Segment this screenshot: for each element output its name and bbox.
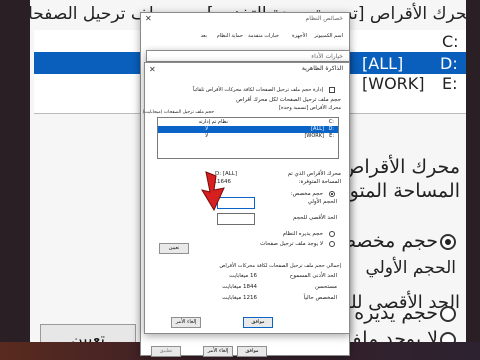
current-value: 1216 ميغابايت bbox=[222, 295, 257, 301]
selected-drive-label: محرك الأقراص الذي تم bbox=[287, 171, 341, 177]
red-arrow-icon bbox=[196, 170, 236, 214]
drive-label: [WORK] bbox=[304, 133, 324, 139]
drive-size: نظام تم إدارته bbox=[198, 119, 228, 125]
sys-apply-button[interactable]: تطبيق bbox=[151, 346, 181, 357]
system-properties-title: خصائص النظام bbox=[305, 15, 343, 22]
drive-letter: D: bbox=[328, 126, 334, 132]
bg-custom-radio bbox=[440, 234, 456, 250]
bg-row-e-label: [WORK] bbox=[362, 74, 425, 93]
drive-label: [ALL] bbox=[311, 126, 324, 132]
paging-file-size-label: حجم ملف ترحيل الصفحات لكل محرك أقراص bbox=[236, 97, 341, 103]
set-button[interactable]: تعيين bbox=[159, 243, 189, 254]
tab-hardware[interactable]: الأجهزة bbox=[292, 33, 307, 39]
bg-row-e: E: bbox=[442, 74, 458, 93]
virtual-memory-title: الذاكرة الظاهرية bbox=[301, 65, 343, 72]
max-size-label: الحد الأقصى للحجم bbox=[292, 215, 337, 221]
bg-right-edge bbox=[466, 0, 480, 360]
bg-initial-size: الحجم الأولي bbox=[365, 258, 456, 278]
sys-ok-button[interactable]: موافق bbox=[237, 346, 267, 357]
initial-size-label: الحجم الأولي bbox=[307, 199, 337, 205]
bg-system-radio bbox=[440, 306, 456, 322]
totals-title: إجمالي حجم ملف ترحيل الصفحات لكافة محركا… bbox=[219, 263, 341, 269]
size-column-header: حجم ملف ترحيل الصفحات (ميجابايت) bbox=[142, 110, 214, 115]
sys-cancel-button[interactable]: إلغاء الأمر bbox=[203, 346, 233, 357]
close-icon[interactable]: ✕ bbox=[145, 15, 152, 23]
close-icon[interactable]: ✕ bbox=[149, 66, 156, 74]
tab-remote[interactable]: بعد bbox=[201, 33, 207, 39]
drive-list[interactable]: حجم ملف ترحيل الصفحات (ميجابايت) C: نظام… bbox=[143, 110, 339, 159]
drive-size: لا bbox=[205, 133, 208, 139]
list-item[interactable]: D: [ALL] لا bbox=[158, 126, 338, 133]
system-managed-label: حجم يديره النظام bbox=[282, 231, 323, 237]
bg-row-d-label: [ALL] bbox=[362, 54, 404, 73]
recommended-label: مستحسن bbox=[314, 284, 337, 290]
custom-size-label: حجم مخصص: bbox=[290, 191, 323, 197]
ok-button[interactable]: موافق bbox=[243, 317, 273, 328]
recommended-value: 1844 ميغابايت bbox=[222, 284, 257, 290]
drive-letter: C: bbox=[328, 119, 334, 125]
bg-row-d: D: bbox=[440, 54, 458, 73]
drive-letter: E: bbox=[329, 133, 334, 139]
virtual-memory-dialog: الذاكرة الظاهرية ✕ إدارة حجم ملف ترحيل ا… bbox=[143, 62, 350, 334]
no-paging-radio[interactable] bbox=[329, 241, 335, 247]
cancel-button[interactable]: إلغاء الأمر bbox=[171, 317, 201, 328]
current-label: المخصص حالياً bbox=[303, 295, 337, 301]
available-space-label: المساحة المتوفرة: bbox=[298, 179, 341, 185]
no-paging-label: لا يوجد ملف ترحيل صفحات bbox=[260, 241, 323, 247]
tab-computer-name[interactable]: اسم الكمبيوتر bbox=[314, 33, 343, 39]
auto-manage-label: إدارة حجم ملف ترحيل الصفحات لكافة محركات… bbox=[192, 87, 323, 93]
system-managed-radio[interactable] bbox=[329, 231, 335, 237]
min-allowed-label: الحد الأدنى المسموح bbox=[289, 273, 337, 279]
min-allowed-value: 16 ميغابايت bbox=[229, 273, 257, 279]
tab-advanced[interactable]: خيارات متقدمة bbox=[248, 33, 279, 39]
performance-options-window: خيارات الأداء bbox=[146, 50, 350, 62]
max-size-input[interactable] bbox=[217, 213, 255, 225]
tab-system-protection[interactable]: حماية النظام bbox=[217, 33, 243, 39]
drive-list-header: محرك الأقراص [تسمية وحدة] bbox=[279, 105, 341, 111]
auto-manage-checkbox[interactable] bbox=[329, 87, 335, 93]
list-item[interactable]: E: [WORK] لا bbox=[158, 133, 338, 140]
bg-row-c: C: bbox=[442, 32, 459, 51]
custom-size-radio[interactable] bbox=[329, 191, 335, 197]
bg-left-edge bbox=[0, 0, 30, 360]
list-item[interactable]: C: نظام تم إدارته bbox=[158, 119, 338, 126]
drive-size: لا bbox=[205, 126, 208, 132]
